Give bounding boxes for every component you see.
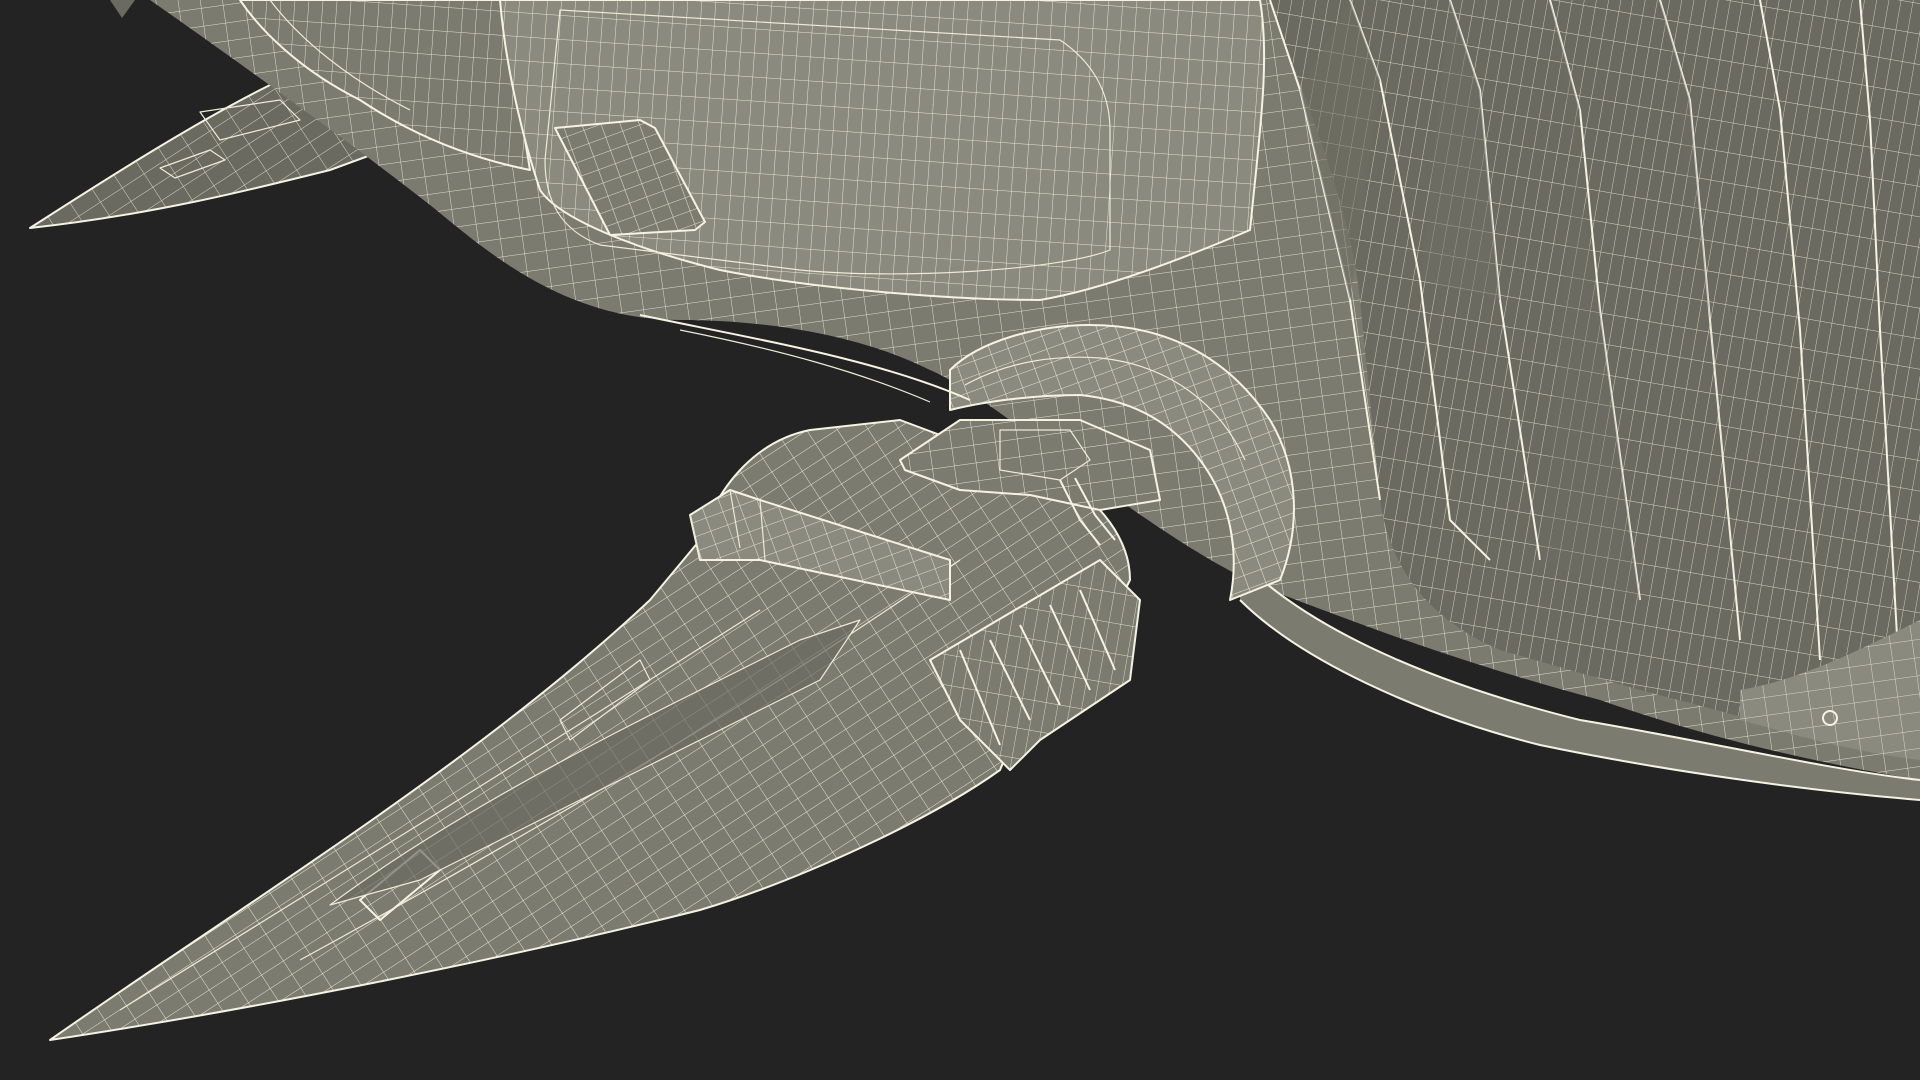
render-viewport <box>0 0 1920 1080</box>
wireframe-render <box>29 0 1920 1041</box>
lower-fin <box>49 419 1131 1041</box>
